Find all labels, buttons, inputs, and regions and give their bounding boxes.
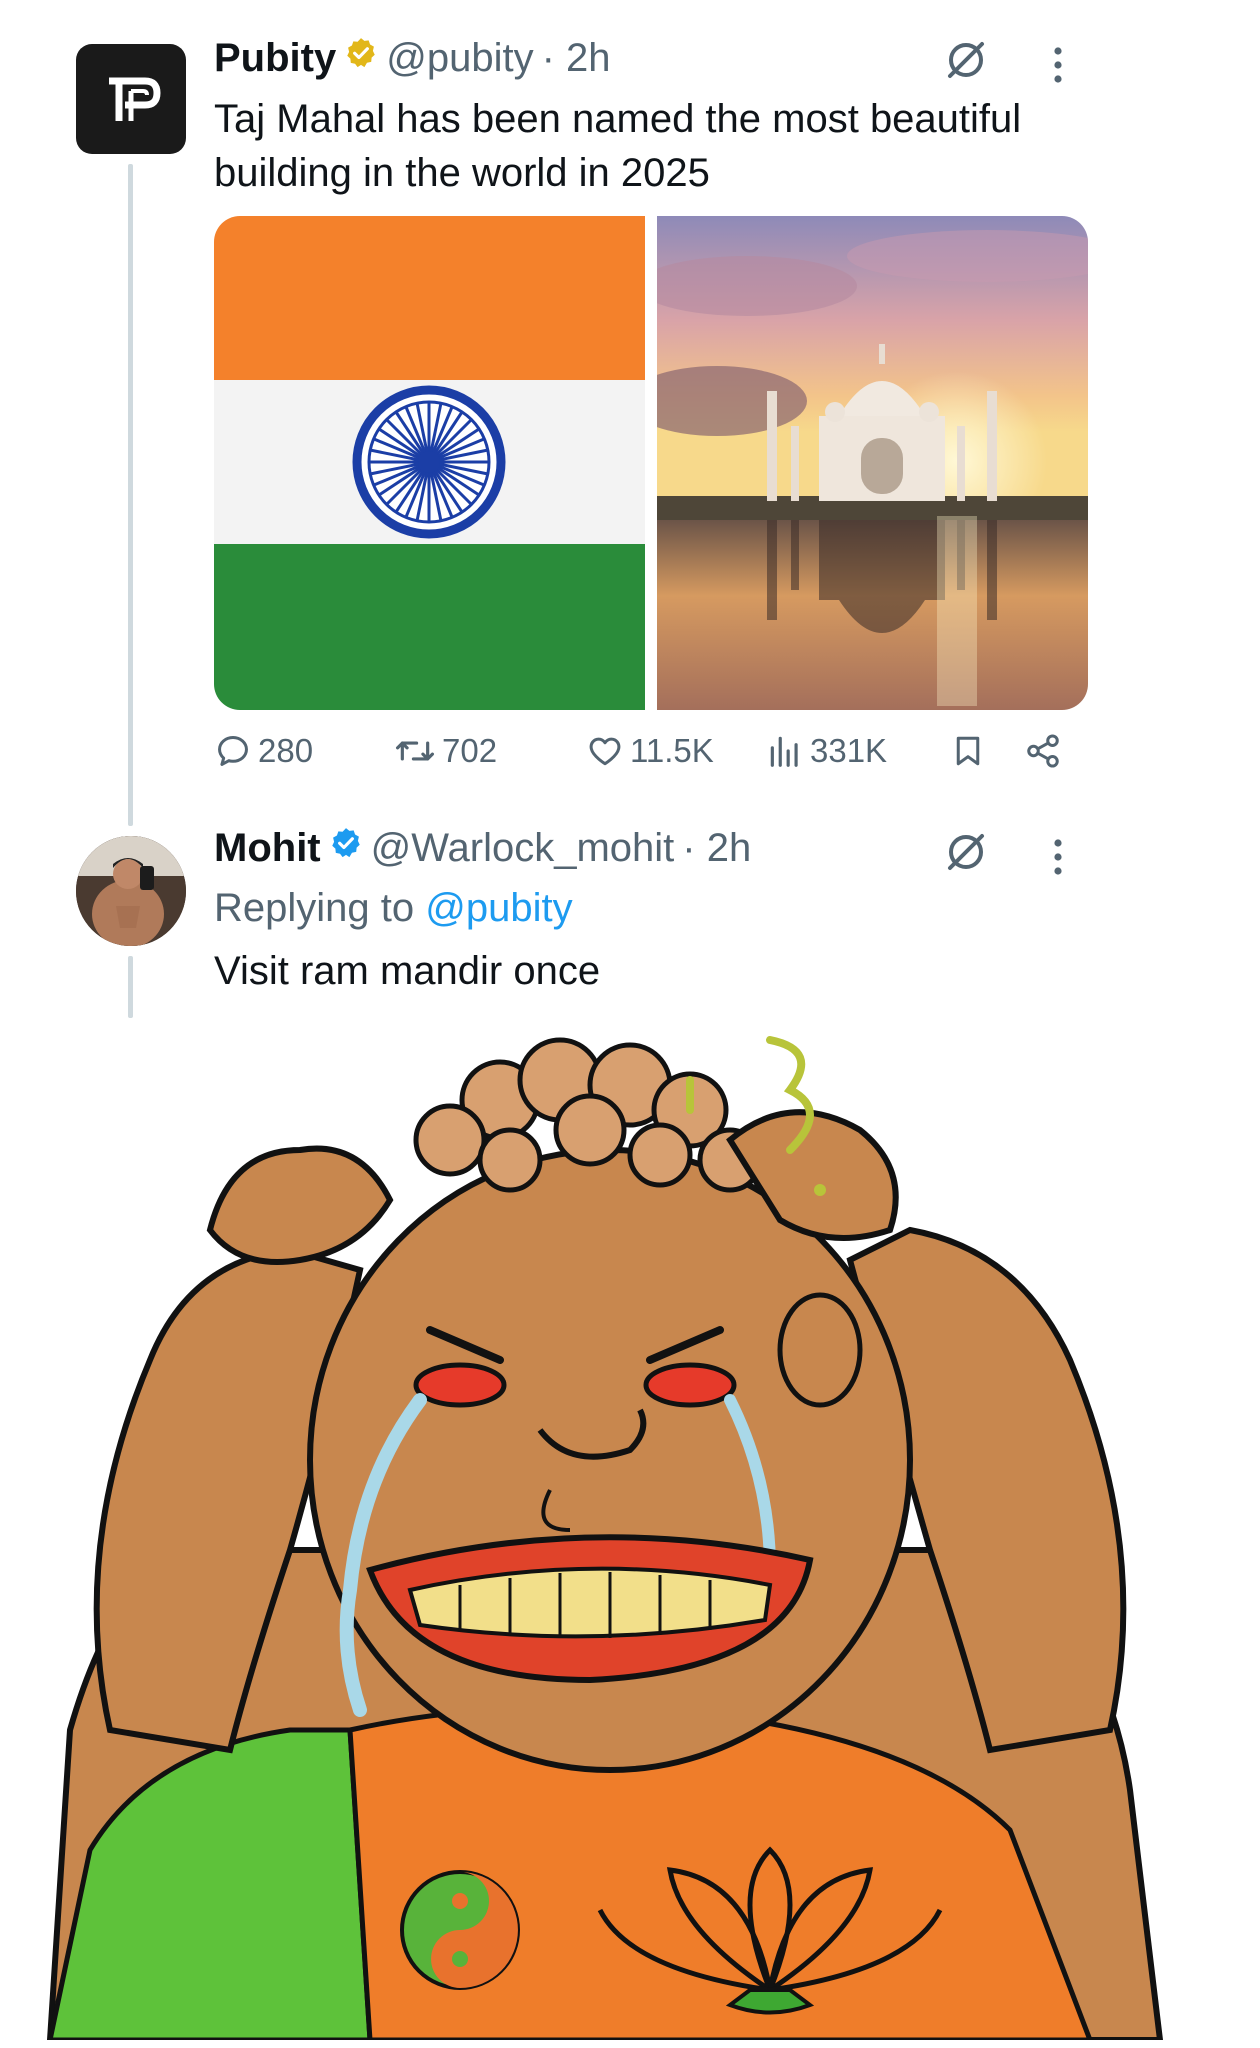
reply-icon <box>218 736 248 766</box>
views-chart-icon <box>770 736 798 767</box>
bookmark-action[interactable] <box>950 732 986 770</box>
reply-text: Visit ram mandir once <box>214 949 601 993</box>
reply-count: 280 <box>258 732 314 769</box>
author-handle[interactable]: @pubity <box>386 36 533 81</box>
tweet-time[interactable]: · 2h <box>542 36 611 81</box>
like-count: 11.5K <box>630 732 714 769</box>
mohit-avatar[interactable] <box>76 836 186 946</box>
verified-gold-badge-icon <box>344 36 378 75</box>
reply-header: Mohit @Warlock_mohit · 2h <box>214 826 751 871</box>
retweet-action[interactable]: 702 <box>394 732 497 770</box>
replying-to-mention[interactable]: @pubity <box>425 886 572 930</box>
crying-cartoon-meme-image[interactable] <box>30 1030 1190 2043</box>
grok-icon[interactable] <box>944 38 988 87</box>
tweet-header: Pubity @pubity · 2h <box>214 36 611 81</box>
reply-more-options-icon[interactable] <box>1052 838 1064 881</box>
like-action[interactable]: 11.5K <box>586 732 714 770</box>
share-icon <box>1027 734 1059 768</box>
heart-icon <box>589 737 621 766</box>
replying-to-line: Replying to @pubity <box>214 886 573 931</box>
thread-line-2 <box>128 956 133 1018</box>
taj-mahal-sunset-photo[interactable] <box>657 216 1088 710</box>
reply-author-name[interactable]: Mohit <box>214 826 321 871</box>
reply-grok-icon[interactable] <box>944 830 988 879</box>
verified-blue-badge-icon <box>329 826 363 865</box>
retweet-count: 702 <box>442 732 498 769</box>
author-name[interactable]: Pubity <box>214 36 336 81</box>
reply-action[interactable]: 280 <box>214 732 313 770</box>
reply-time[interactable]: · 2h <box>682 826 751 871</box>
views-action[interactable]: 331K <box>766 732 887 770</box>
tweet-text: Taj Mahal has been named the most beauti… <box>214 97 1022 195</box>
bookmark-icon <box>956 736 980 766</box>
more-options-icon[interactable] <box>1052 46 1064 89</box>
tweet-media-grid[interactable] <box>214 216 1088 710</box>
tweet-action-bar: 280 702 11.5K 331K <box>214 732 1094 786</box>
retweet-icon <box>396 741 434 761</box>
view-count: 331K <box>810 732 888 769</box>
india-flag-image[interactable] <box>214 216 645 710</box>
replying-to-prefix: Replying to <box>214 886 426 930</box>
reply-author-handle[interactable]: @Warlock_mohit <box>371 826 675 871</box>
pubity-avatar[interactable] <box>76 44 186 154</box>
pubity-logo-icon <box>109 77 161 121</box>
thread-line-1 <box>128 164 133 826</box>
share-action[interactable] <box>1024 732 1062 770</box>
